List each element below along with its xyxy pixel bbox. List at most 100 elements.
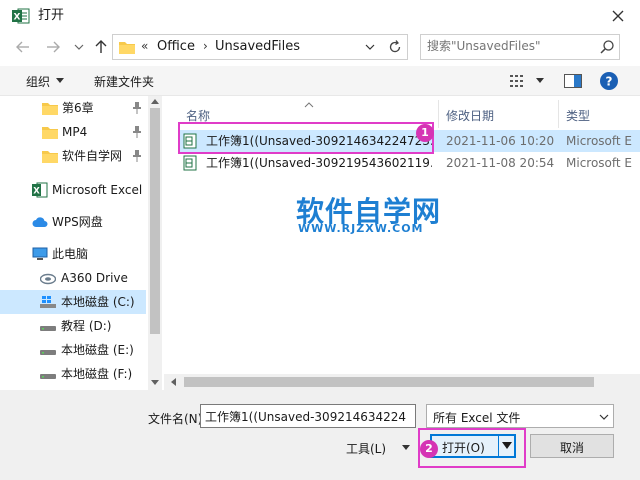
sidebar-item-label: 教程 (D:) xyxy=(61,319,112,333)
disk-icon xyxy=(40,374,56,379)
address-bar[interactable]: « Office › UnsavedFiles xyxy=(112,34,408,60)
pin-icon[interactable] xyxy=(132,150,142,162)
sidebar-item-label: WPS网盘 xyxy=(52,215,103,229)
file-date: 2021-11-06 10:20 xyxy=(446,134,555,148)
chevron-down-icon[interactable] xyxy=(599,414,609,420)
up-arrow-icon[interactable] xyxy=(92,38,110,56)
pin-icon[interactable] xyxy=(132,126,142,138)
window-title: 打开 xyxy=(38,8,65,23)
scroll-left-icon[interactable] xyxy=(170,378,176,386)
folder-icon xyxy=(119,42,135,54)
sort-ascending-icon xyxy=(304,102,314,108)
scrollbar-thumb[interactable] xyxy=(150,108,160,334)
breadcrumb-separator[interactable]: › xyxy=(203,39,208,53)
title-bar: X 打开 xyxy=(0,0,640,32)
preview-pane-icon[interactable] xyxy=(564,74,582,88)
svg-text:X: X xyxy=(14,13,21,23)
search-input[interactable] xyxy=(427,39,587,53)
annotation-highlight-file xyxy=(178,122,434,154)
scroll-up-icon[interactable] xyxy=(151,98,159,104)
file-type-filter[interactable]: 所有 Excel 文件 xyxy=(426,404,614,428)
excel-app-icon: X xyxy=(12,8,30,24)
column-divider[interactable] xyxy=(558,100,559,128)
sidebar-item-label: 此电脑 xyxy=(52,247,89,261)
windows-drive-icon xyxy=(40,296,56,308)
tools-dropdown-icon[interactable] xyxy=(402,445,410,451)
file-type-filter-value: 所有 Excel 文件 xyxy=(433,411,521,425)
refresh-icon[interactable] xyxy=(387,39,403,55)
sidebar-item-chapter6[interactable]: 第6章 xyxy=(0,96,146,120)
help-icon[interactable]: ? xyxy=(600,72,618,90)
horizontal-scrollbar[interactable] xyxy=(164,374,640,390)
disk-icon xyxy=(40,350,56,355)
filename-label: 文件名(N): xyxy=(148,412,207,426)
sidebar-item-mp4[interactable]: MP4 xyxy=(0,120,146,144)
cloud-icon xyxy=(32,217,48,227)
view-options-icon[interactable] xyxy=(510,74,526,88)
sidebar-item-label: 本地磁盘 (F:) xyxy=(61,367,133,381)
navigation-pane: 第6章 MP4 软件自学网 X Microsoft Excel WPS网盘 此电… xyxy=(0,96,148,390)
sidebar-item-label: Microsoft Excel xyxy=(52,183,143,197)
file-type: Microsoft E xyxy=(566,156,633,170)
folder-icon xyxy=(42,127,58,139)
column-header-type[interactable]: 类型 xyxy=(566,107,590,124)
excel-icon: X xyxy=(32,182,48,198)
disk-icon xyxy=(40,326,56,331)
file-type: Microsoft E xyxy=(566,134,633,148)
sidebar-item-label: 本地磁盘 (E:) xyxy=(61,343,134,357)
sidebar-item-label: 第6章 xyxy=(62,101,94,115)
column-header-date[interactable]: 修改日期 xyxy=(446,107,494,124)
close-icon xyxy=(612,10,624,22)
dialog-footer: 文件名(N): 所有 Excel 文件 工具(L) 打开(O) 取消 xyxy=(0,390,640,480)
navigation-scrollbar[interactable] xyxy=(148,96,162,390)
breadcrumb-overflow[interactable]: « xyxy=(141,39,148,53)
sidebar-item-microsoft-excel[interactable]: X Microsoft Excel xyxy=(0,178,146,202)
sidebar-item-label: A360 Drive xyxy=(61,271,128,285)
breadcrumb-unsavedfiles[interactable]: UnsavedFiles xyxy=(215,39,300,54)
pin-icon[interactable] xyxy=(132,102,142,114)
folder-icon xyxy=(42,151,58,163)
forward-arrow-icon[interactable] xyxy=(44,38,62,56)
organize-button[interactable]: 组织 xyxy=(26,73,50,90)
sidebar-item-local-disk-c[interactable]: 本地磁盘 (C:) xyxy=(0,290,146,314)
view-dropdown-icon[interactable] xyxy=(536,78,544,84)
organize-dropdown-icon[interactable] xyxy=(56,78,64,84)
excel-file-icon xyxy=(183,155,197,171)
filename-input[interactable] xyxy=(200,404,416,428)
column-divider[interactable] xyxy=(438,100,439,128)
sidebar-item-label: 本地磁盘 (C:) xyxy=(61,295,135,309)
sidebar-item-local-disk-e[interactable]: 本地磁盘 (E:) xyxy=(0,338,146,362)
new-folder-button[interactable]: 新建文件夹 xyxy=(94,73,154,90)
annotation-marker-2: 2 xyxy=(420,440,438,458)
annotation-marker-1: 1 xyxy=(416,124,434,142)
sidebar-item-rjzxw[interactable]: 软件自学网 xyxy=(0,144,146,168)
search-icon[interactable] xyxy=(599,39,615,55)
sidebar-item-label: MP4 xyxy=(62,125,88,139)
sidebar-item-tutorial-d[interactable]: 教程 (D:) xyxy=(0,314,146,338)
computer-icon xyxy=(32,247,48,260)
tools-button[interactable]: 工具(L) xyxy=(346,440,386,457)
sidebar-item-a360-drive[interactable]: A360 Drive xyxy=(0,266,146,290)
drive-icon xyxy=(40,273,56,285)
search-box[interactable] xyxy=(420,34,620,60)
back-arrow-icon[interactable] xyxy=(14,38,32,56)
watermark-url: WWW.RJZXW.COM xyxy=(298,222,424,235)
scroll-down-icon[interactable] xyxy=(151,380,159,386)
sidebar-item-wps-drive[interactable]: WPS网盘 xyxy=(0,210,146,234)
folder-icon xyxy=(42,103,58,115)
scrollbar-thumb[interactable] xyxy=(184,377,594,387)
cancel-button[interactable]: 取消 xyxy=(530,434,614,458)
table-row[interactable]: 工作簿1((Unsaved-309219543602119... 2021-11… xyxy=(178,152,640,174)
sidebar-item-label: 软件自学网 xyxy=(62,149,123,163)
chevron-down-icon[interactable] xyxy=(365,43,375,51)
command-toolbar: 组织 新建文件夹 ? xyxy=(0,66,640,96)
file-date: 2021-11-08 20:54 xyxy=(446,156,555,170)
cancel-button-label: 取消 xyxy=(559,441,584,455)
recent-locations-chevron-icon[interactable] xyxy=(72,40,86,54)
file-name: 工作簿1((Unsaved-309219543602119... xyxy=(206,156,432,170)
sidebar-item-this-pc[interactable]: 此电脑 xyxy=(0,242,146,266)
svg-text:X: X xyxy=(33,187,40,197)
breadcrumb-office[interactable]: Office xyxy=(157,39,195,54)
close-button[interactable] xyxy=(604,4,632,28)
sidebar-item-local-disk-f[interactable]: 本地磁盘 (F:) xyxy=(0,362,146,386)
